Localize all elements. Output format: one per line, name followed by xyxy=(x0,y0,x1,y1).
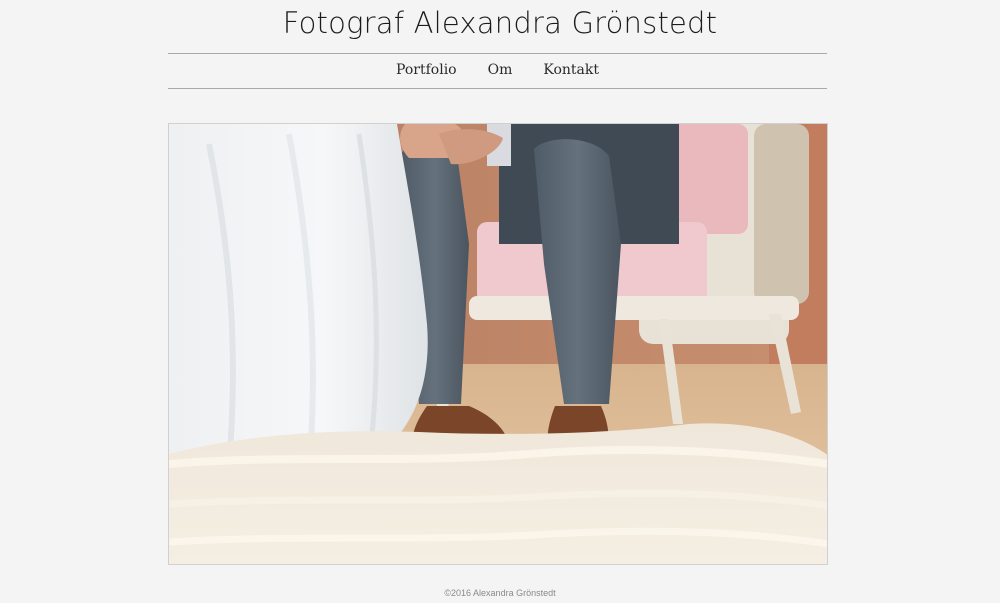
footer-copyright: ©2016 Alexandra Grönstedt xyxy=(444,588,556,598)
main-nav: Portfolio Om Kontakt xyxy=(168,60,827,82)
hero-photo xyxy=(168,123,828,565)
nav-item-kontakt[interactable]: Kontakt xyxy=(543,60,599,82)
nav-bottom-divider xyxy=(168,88,827,89)
wedding-photo-image xyxy=(169,124,827,564)
nav-item-om[interactable]: Om xyxy=(488,60,513,82)
nav-item-portfolio[interactable]: Portfolio xyxy=(396,60,457,82)
nav-top-divider xyxy=(168,53,827,54)
site-title[interactable]: Fotograf Alexandra Grönstedt xyxy=(0,4,1000,42)
page: Fotograf Alexandra Grönstedt Portfolio O… xyxy=(0,0,1000,603)
